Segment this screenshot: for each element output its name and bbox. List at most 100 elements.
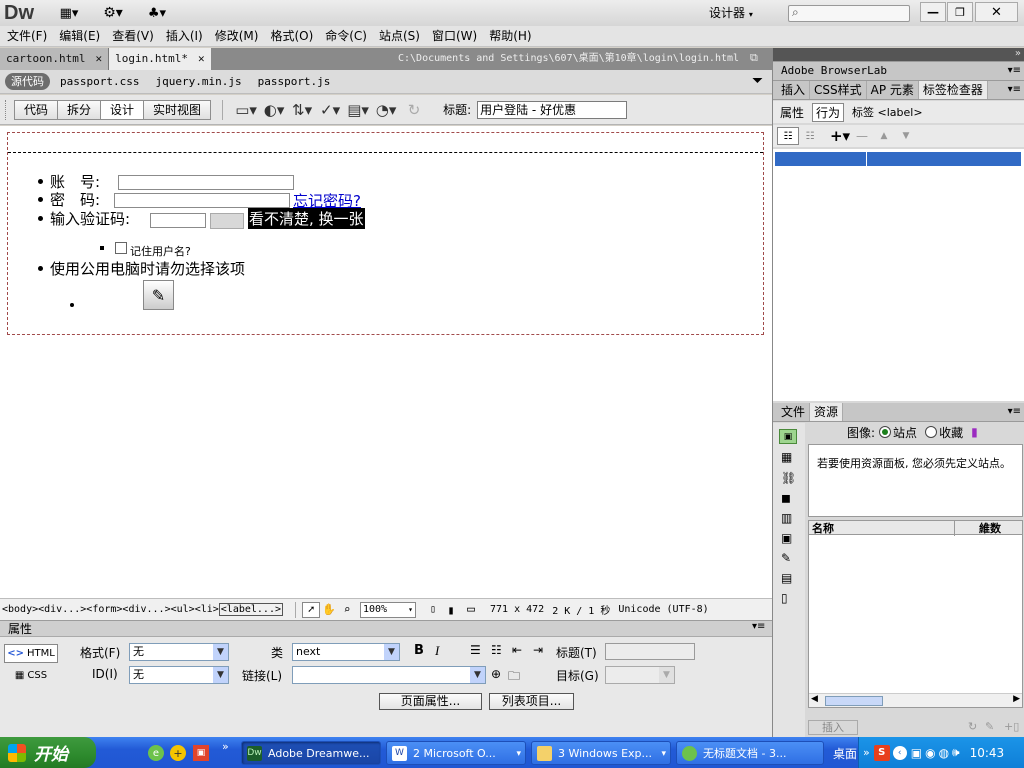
css-mode-button[interactable]: ▦ CSS xyxy=(4,666,58,685)
show-all-events-icon[interactable]: ☷ xyxy=(799,127,821,145)
tag-body[interactable]: <body> xyxy=(2,604,38,615)
column-name[interactable]: 名称 xyxy=(812,519,955,536)
task-explorer[interactable]: 3 Windows Exp... ▾ xyxy=(531,741,671,765)
flash-asset-icon[interactable]: ◼ xyxy=(781,491,791,505)
hand-tool-icon[interactable]: ✋ xyxy=(320,603,338,616)
tablet-size-icon[interactable]: ▮ xyxy=(442,603,460,617)
refresh-icon[interactable]: ↻ xyxy=(401,99,427,121)
desktop-size-icon[interactable]: ▭ xyxy=(460,602,482,617)
panel-menu-icon[interactable]: ▾≡ xyxy=(1008,403,1021,421)
id-select[interactable]: 无 ▼ xyxy=(129,666,229,684)
tag-li[interactable]: <li> xyxy=(195,604,219,615)
unordered-list-icon[interactable]: ☰ xyxy=(470,643,481,657)
related-file-js[interactable]: passport.js xyxy=(258,75,331,88)
list-item-button[interactable]: 列表项目... xyxy=(489,693,574,710)
quicklaunch-add-icon[interactable]: + xyxy=(170,745,186,761)
validate-icon[interactable]: ✓▾ xyxy=(317,99,343,121)
indent-icon[interactable]: ⇥ xyxy=(533,643,543,657)
italic-button[interactable]: I xyxy=(435,643,439,659)
multiscreen-icon[interactable]: ▭▾ xyxy=(233,99,259,121)
remove-behavior-icon[interactable]: — xyxy=(851,129,873,143)
captcha-field[interactable] xyxy=(150,213,206,228)
show-set-events-icon[interactable]: ☷ xyxy=(777,127,799,145)
behavior-list[interactable] xyxy=(773,149,1024,401)
ordered-list-icon[interactable]: ☷ xyxy=(491,643,502,657)
tab-tag-inspector[interactable]: 标签检查器 xyxy=(918,81,988,99)
tab-behaviors[interactable]: 行为 xyxy=(812,102,845,122)
task-dreamweaver[interactable]: Dw Adobe Dreamwe... xyxy=(241,741,381,765)
browser-compat-icon[interactable]: ◔▾ xyxy=(373,99,399,121)
tab-attributes[interactable]: 属性 xyxy=(780,104,804,121)
tab-insert[interactable]: 插入 xyxy=(777,81,811,99)
assets-table[interactable]: 名称 維数 ◀ ▶ xyxy=(808,519,1023,708)
tag-label-selected[interactable]: <label...> xyxy=(218,603,283,616)
task-browser[interactable]: 无标题文档 - 3... xyxy=(676,741,824,765)
link-input[interactable]: ▼ xyxy=(292,666,486,684)
search-input[interactable]: ⌕ xyxy=(788,5,910,22)
minimize-button[interactable]: — xyxy=(920,2,946,22)
menu-edit[interactable]: 编辑(E) xyxy=(54,26,105,46)
edit-asset-icon[interactable]: ✎ xyxy=(985,720,994,733)
related-file-css[interactable]: passport.css xyxy=(60,75,139,88)
task-word[interactable]: W 2 Microsoft O... ▾ xyxy=(386,741,526,765)
live-view-button[interactable]: 实时视图 xyxy=(143,99,212,120)
menu-insert[interactable]: 插入(I) xyxy=(161,26,208,46)
menu-commands[interactable]: 命令(C) xyxy=(320,26,372,46)
scripts-asset-icon[interactable]: ✎ xyxy=(781,551,791,565)
menu-window[interactable]: 窗口(W) xyxy=(427,26,482,46)
title-input[interactable]: 用户登陆 - 好优惠 xyxy=(477,100,628,119)
tray-collapse-icon[interactable]: ‹ xyxy=(892,745,907,760)
close-icon[interactable]: ✕ xyxy=(95,48,102,70)
select-tool-icon[interactable]: ➚ xyxy=(302,601,320,618)
horizontal-scrollbar[interactable]: ◀ ▶ xyxy=(809,693,1022,707)
selected-behavior-row[interactable] xyxy=(775,152,1021,166)
panel-menu-icon[interactable]: ▾≡ xyxy=(752,621,765,632)
add-to-favorites-icon[interactable]: +▯ xyxy=(1004,720,1019,733)
class-select[interactable]: next ▼ xyxy=(292,643,400,661)
move-down-icon[interactable]: ▼ xyxy=(895,131,917,141)
target-select[interactable]: ▼ xyxy=(605,666,675,684)
menu-modify[interactable]: 修改(M) xyxy=(210,26,264,46)
scroll-left-icon[interactable]: ◀ xyxy=(811,694,818,704)
workspace-switcher[interactable]: 设计器 ▾ xyxy=(705,4,757,22)
volume-icon[interactable]: 🕪 xyxy=(952,745,960,760)
phone-size-icon[interactable]: ▯ xyxy=(424,604,442,615)
tab-cartoon[interactable]: cartoon.html ✕ xyxy=(0,48,110,70)
quicklaunch-browser-icon[interactable]: e xyxy=(148,745,164,761)
restore-button[interactable]: ❐ xyxy=(947,2,973,22)
layout-icon[interactable]: ▦▾ xyxy=(57,5,81,21)
tray-more-icon[interactable]: » xyxy=(863,746,870,759)
file-management-icon[interactable]: ⇅▾ xyxy=(289,99,315,121)
restore-doc-icon[interactable]: ⧉ xyxy=(750,51,758,65)
visual-aids-icon[interactable]: ▤▾ xyxy=(345,99,371,121)
password-field[interactable] xyxy=(114,193,290,208)
insert-asset-button[interactable]: 插入 xyxy=(808,720,858,735)
colors-asset-icon[interactable]: ▦ xyxy=(781,450,792,464)
menu-format[interactable]: 格式(O) xyxy=(265,26,318,46)
tab-files[interactable]: 文件 xyxy=(777,403,811,421)
tab-login[interactable]: login.html* ✕ xyxy=(109,48,211,70)
zoom-tool-icon[interactable]: ⌕ xyxy=(338,603,356,616)
site-icon[interactable]: ♣▾ xyxy=(145,5,169,21)
menu-site[interactable]: 站点(S) xyxy=(374,26,425,46)
source-code-button[interactable]: 源代码 xyxy=(5,73,50,90)
browserlab-header[interactable]: Adobe BrowserLab ▾≡ xyxy=(773,62,1024,81)
security-icon[interactable]: ◉ xyxy=(925,746,935,760)
format-select[interactable]: 无 ▼ xyxy=(129,643,229,661)
refresh-site-list-icon[interactable]: ↻ xyxy=(968,720,977,733)
bold-button[interactable]: B xyxy=(414,643,424,658)
remember-checkbox[interactable] xyxy=(115,242,127,254)
templates-asset-icon[interactable]: ▤ xyxy=(781,571,792,585)
quicklaunch-more-icon[interactable]: » xyxy=(222,740,229,753)
tag-div[interactable]: <div...> xyxy=(38,604,86,615)
network-icon[interactable]: ▣ xyxy=(911,746,922,760)
zoom-select[interactable]: 100% ▾ xyxy=(360,601,416,618)
title-prop-input[interactable] xyxy=(605,643,695,660)
tab-assets[interactable]: 资源 xyxy=(810,403,844,421)
start-button[interactable]: 开始 xyxy=(0,737,96,768)
shockwave-asset-icon[interactable]: ▥ xyxy=(781,511,792,525)
images-asset-icon[interactable]: ▣ xyxy=(779,429,797,444)
outdent-icon[interactable]: ⇤ xyxy=(512,643,522,657)
favorites-radio[interactable] xyxy=(925,426,938,438)
point-to-file-icon[interactable]: ⊕ xyxy=(491,667,501,681)
